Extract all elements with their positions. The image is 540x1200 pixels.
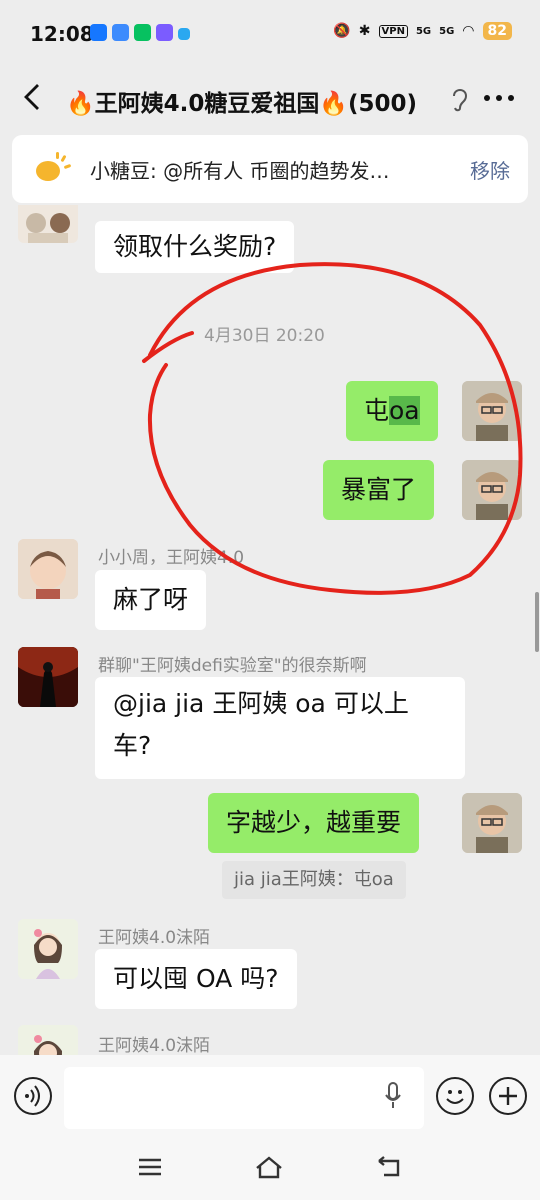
selected-text[interactable]: oa <box>389 396 420 425</box>
message-bubble-self[interactable]: 屯oa <box>346 381 438 441</box>
pinned-message[interactable]: 小糖豆: @所有人 币圈的趋势发… 移除 <box>12 135 528 203</box>
avatar[interactable] <box>18 205 78 243</box>
cloud-icon <box>178 28 190 40</box>
sender-name: 小小周，王阿姨4.0 <box>98 548 245 568</box>
quoted-message[interactable]: jia jia王阿姨：屯oa <box>222 861 406 899</box>
files-icon <box>112 24 129 41</box>
chat-header: 🔥王阿姨4.0糖豆爱祖国🔥(500) <box>0 70 540 128</box>
microphone-icon[interactable] <box>384 1081 401 1111</box>
return-icon <box>378 1156 400 1177</box>
battery-icon: 82 <box>482 22 512 40</box>
avatar-self[interactable] <box>462 460 522 520</box>
menu-icon <box>139 1158 161 1176</box>
message-bubble[interactable]: 麻了呀 <box>95 570 207 630</box>
scroll-indicator[interactable] <box>535 592 539 652</box>
remove-pinned-button[interactable]: 移除 <box>470 155 510 184</box>
sender-name: 群聊"王阿姨defi实验室"的很奈斯啊 <box>98 656 367 676</box>
message-text-line-2: 车? <box>113 731 152 760</box>
app-icon <box>156 24 173 41</box>
menu-nav-button[interactable] <box>137 1155 163 1185</box>
avatar[interactable] <box>18 647 78 707</box>
home-icon <box>256 1156 282 1179</box>
avatar[interactable] <box>18 919 78 979</box>
message-bubble-self[interactable]: 字越少，越重要 <box>208 793 420 853</box>
message-timestamp: 4月30日 20:20 <box>204 326 325 346</box>
notification-icons <box>90 24 190 41</box>
sender-name: 王阿姨4.0沫陌 <box>98 1036 211 1055</box>
back-nav-button[interactable] <box>376 1155 404 1187</box>
plus-icon <box>499 1087 517 1105</box>
voice-icon <box>25 1085 40 1107</box>
message-list[interactable]: 领取什么奖励? 4月30日 20:20 屯oa 暴富了 小小周，王阿姨4.0 麻… <box>0 205 540 1055</box>
signal-icon: 5G <box>415 25 432 37</box>
voice-input-button[interactable] <box>14 1077 52 1115</box>
message-input[interactable] <box>64 1067 424 1129</box>
more-options-button[interactable] <box>482 78 516 125</box>
vpn-icon: VPN <box>378 24 408 38</box>
message-text: 屯 <box>364 396 390 425</box>
alipay-icon <box>90 24 107 41</box>
avatar-self[interactable] <box>462 381 522 441</box>
chevron-left-icon <box>24 84 39 110</box>
sender-name: 王阿姨4.0沫陌 <box>98 928 211 948</box>
wechat-icon <box>134 24 151 41</box>
pinned-message-text: 小糖豆: @所有人 币圈的趋势发… <box>90 159 390 183</box>
emoji-icon <box>446 1090 464 1104</box>
signal-icon-2: 5G <box>439 25 455 37</box>
more-actions-button[interactable] <box>489 1077 527 1115</box>
bluetooth-icon: ✱ <box>358 23 371 39</box>
back-button[interactable] <box>22 82 42 120</box>
chat-title: 🔥王阿姨4.0糖豆爱祖国🔥(500) <box>66 91 418 117</box>
system-nav-bar <box>0 1145 540 1200</box>
mute-icon: 🔕 <box>333 23 351 39</box>
ear-icon[interactable] <box>450 86 470 117</box>
avatar[interactable] <box>18 1025 78 1055</box>
message-bubble[interactable]: @jia jia 王阿姨 oa 可以上 车? <box>95 677 465 779</box>
message-bubble-self[interactable]: 暴富了 <box>323 460 435 520</box>
system-icons: 🔕 ✱ VPN 5G 5G ◠ 82 <box>333 22 512 40</box>
avatar[interactable] <box>18 539 78 599</box>
message-bubble[interactable]: 领取什么奖励? <box>95 221 295 273</box>
home-nav-button[interactable] <box>254 1155 284 1187</box>
avatar-self[interactable] <box>462 793 522 853</box>
message-text-line-1: @jia jia 王阿姨 oa 可以上 <box>113 689 409 718</box>
announcement-icon <box>36 152 72 183</box>
status-bar: 12:08 🔕 ✱ VPN 5G 5G ◠ 82 <box>0 0 540 70</box>
message-bubble[interactable]: 可以囤 OA 吗? <box>95 949 297 1009</box>
wifi-icon: ◠ <box>462 23 475 39</box>
input-bar <box>0 1055 540 1145</box>
status-time: 12:08 <box>30 22 94 46</box>
emoji-button[interactable] <box>436 1077 474 1115</box>
